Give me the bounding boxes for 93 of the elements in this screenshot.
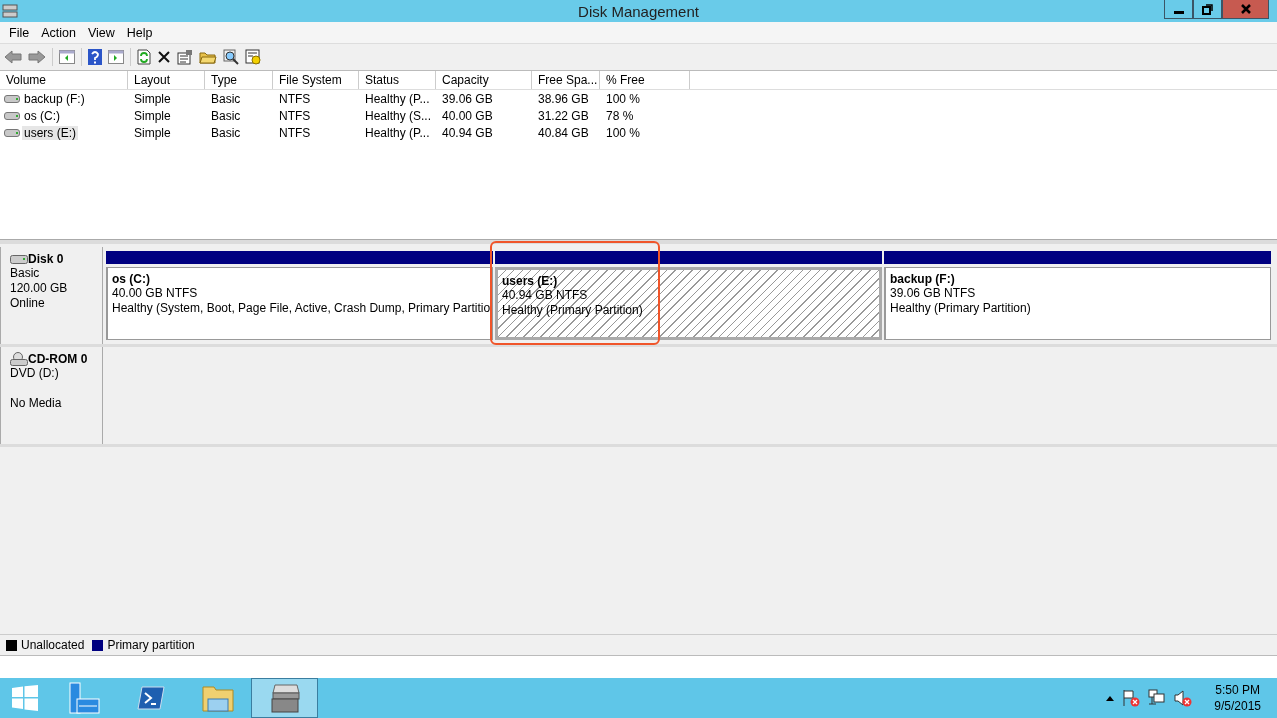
close-button[interactable]: [1222, 0, 1269, 19]
menu-item[interactable]: File: [3, 25, 36, 40]
table-cell: 100 %: [606, 125, 641, 140]
disk-info: No Media: [10, 396, 62, 410]
drive-icon: [4, 94, 20, 103]
column-header[interactable]: Volume: [0, 71, 128, 89]
clock[interactable]: 5:50 PM 9/5/2015: [1214, 682, 1261, 714]
windows-logo-icon: [12, 685, 38, 711]
table-cell: 39.06 GB: [442, 91, 493, 106]
partition-name: users (E:): [502, 274, 559, 288]
disk-info: Basic: [10, 266, 40, 280]
folder-icon[interactable]: [199, 50, 217, 64]
help-icon[interactable]: [88, 49, 102, 65]
partition-size: 40.00 GB NTFS: [112, 286, 199, 301]
menu-item[interactable]: View: [81, 25, 121, 40]
partition-name: backup (F:): [890, 272, 956, 286]
disk-label-panel[interactable]: CD-ROM 0 DVD (D:) No Media: [0, 347, 103, 444]
partition-size: 40.94 GB NTFS: [502, 288, 589, 303]
table-cell: 40.00 GB: [442, 108, 493, 123]
column-header[interactable]: Free Spa...: [532, 71, 600, 89]
volume-name[interactable]: os (C:): [22, 108, 62, 123]
flag-alert-icon[interactable]: [1122, 689, 1141, 707]
terminal-icon: [136, 686, 165, 710]
table-cell: 31.22 GB: [538, 108, 589, 123]
partition-name: os (C:): [112, 272, 151, 286]
partition-status: Healthy (Primary Partition): [502, 303, 644, 318]
partition-status: Healthy (Primary Partition): [890, 301, 1032, 316]
clock-date: 9/5/2015: [1214, 698, 1261, 714]
table-cell: 40.94 GB: [442, 125, 493, 140]
settings-icon[interactable]: [245, 49, 261, 65]
column-header[interactable]: Layout: [128, 71, 205, 89]
cd-drive-icon: [10, 352, 28, 366]
taskbar-app[interactable]: [251, 678, 318, 718]
table-cell: Healthy (P...: [365, 91, 430, 106]
network-alert-icon[interactable]: [1148, 689, 1167, 707]
legend-label: Primary partition: [107, 638, 195, 652]
minimize-icon: [1173, 10, 1184, 14]
legend-label: Unallocated: [21, 638, 85, 652]
table-cell: Basic: [211, 125, 241, 140]
restore-icon: [1201, 3, 1214, 15]
column-header[interactable]: Status: [359, 71, 436, 89]
table-cell: 100 %: [606, 91, 641, 106]
disk-name: CD-ROM 0: [28, 352, 88, 366]
partition-size: 39.06 GB NTFS: [890, 286, 977, 301]
disk-info: DVD (D:): [10, 366, 59, 380]
disk-drive-icon: [10, 254, 28, 264]
panel-icon[interactable]: [108, 50, 124, 64]
panel-icon[interactable]: [59, 50, 75, 64]
table-cell: Basic: [211, 91, 241, 106]
refresh-icon[interactable]: [137, 49, 151, 65]
partition-status: Healthy (System, Boot, Page File, Active, Crash Dump, Primary Partitio: [112, 301, 488, 316]
caret-up-icon[interactable]: [1106, 695, 1115, 701]
close-icon[interactable]: [157, 50, 171, 64]
column-header[interactable]: Type: [205, 71, 273, 89]
table-cell: Simple: [134, 108, 171, 123]
volume-name[interactable]: users (E:): [22, 125, 78, 140]
table-cell: NTFS: [279, 91, 311, 106]
window-title: Disk Management: [578, 2, 699, 20]
properties-icon[interactable]: [177, 49, 193, 65]
clock-time: 5:50 PM: [1215, 682, 1260, 698]
table-cell: 38.96 GB: [538, 91, 589, 106]
server-toolbox-icon: [66, 682, 101, 714]
table-cell: Healthy (P...: [365, 125, 430, 140]
table-cell: NTFS: [279, 125, 311, 140]
column-header[interactable]: File System: [273, 71, 359, 89]
table-cell: 78 %: [606, 108, 634, 123]
disk-info: Online: [10, 296, 45, 310]
volume-name[interactable]: backup (F:): [22, 91, 87, 106]
drive-icon: [4, 128, 20, 137]
disk-drive-icon: [2, 3, 18, 19]
table-cell: Healthy (S...: [365, 108, 432, 123]
menu-item[interactable]: Help: [120, 25, 159, 40]
column-header[interactable]: Capacity: [436, 71, 532, 89]
drive-icon: [4, 111, 20, 120]
table-cell: 40.84 GB: [538, 125, 589, 140]
disk-toolbox-icon: [268, 683, 301, 713]
table-cell: Simple: [134, 125, 171, 140]
close-icon: [1239, 3, 1252, 15]
column-header[interactable]: % Free: [600, 71, 690, 89]
table-cell: Basic: [211, 108, 241, 123]
restore-button[interactable]: [1193, 0, 1222, 19]
forward-arrow-icon[interactable]: [28, 50, 46, 64]
table-cell: Simple: [134, 91, 171, 106]
back-arrow-icon[interactable]: [4, 50, 22, 64]
disk-info: 120.00 GB: [10, 281, 68, 295]
folder-icon: [201, 684, 234, 712]
disk-label-panel[interactable]: Disk 0 Basic 120.00 GB Online: [0, 247, 103, 344]
speaker-muted-icon[interactable]: [1174, 689, 1193, 707]
disk-name: Disk 0: [28, 252, 64, 266]
minimize-button[interactable]: [1164, 0, 1193, 19]
table-cell: NTFS: [279, 108, 311, 123]
menu-item[interactable]: Action: [35, 25, 82, 40]
search-icon[interactable]: [223, 49, 239, 65]
